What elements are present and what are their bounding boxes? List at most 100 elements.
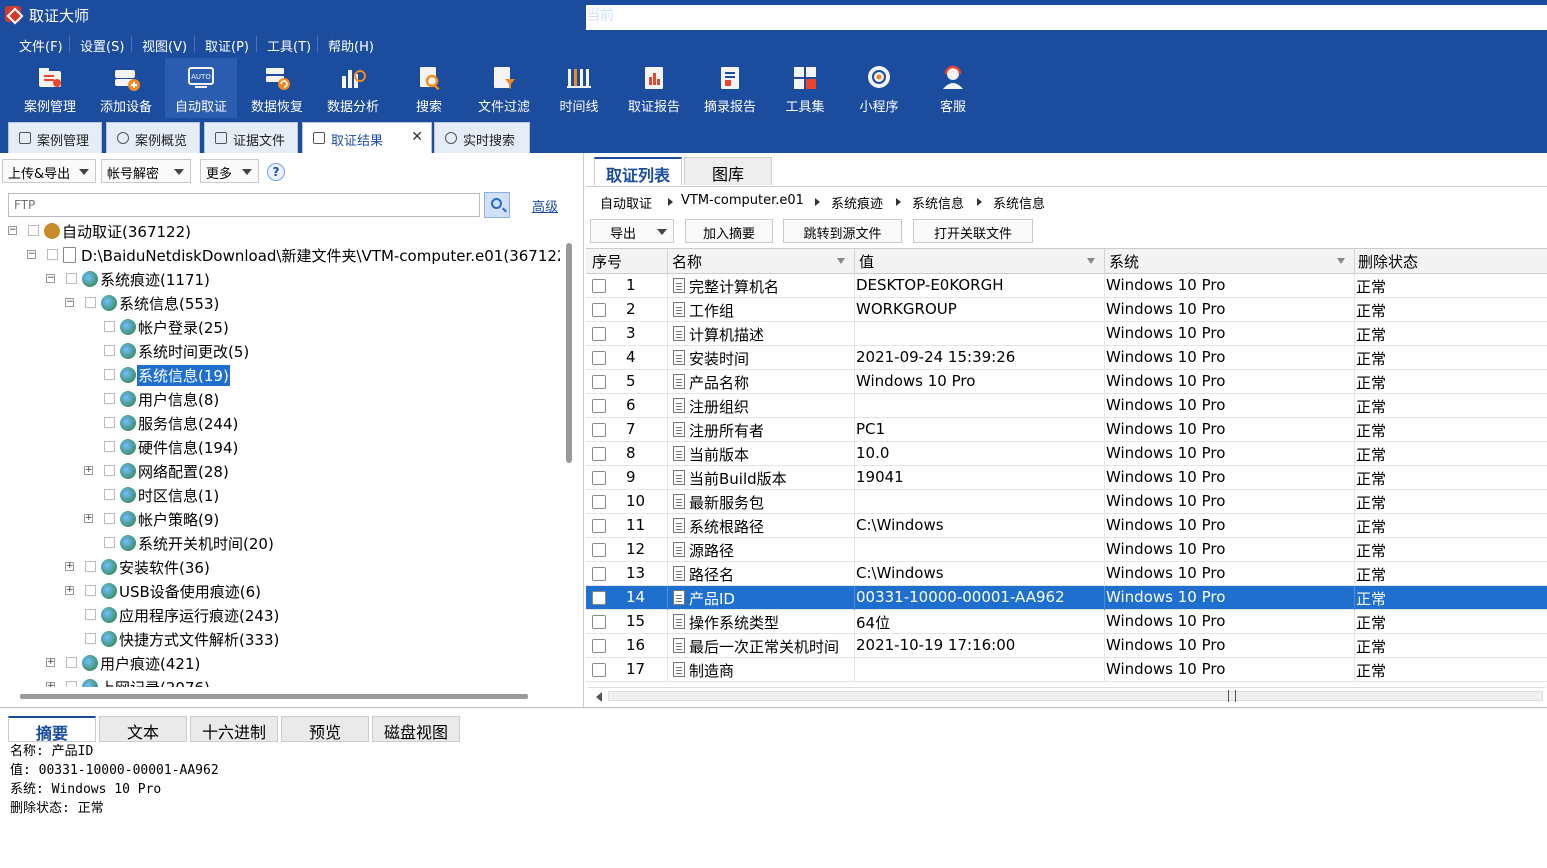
expand-icon[interactable]: + [84,514,93,523]
jump-to-source-button[interactable]: 跳转到源文件 [783,219,902,243]
row-checkbox[interactable] [592,447,606,461]
filter-icon[interactable] [837,258,845,264]
tab-realtime-search[interactable]: 实时搜索 [434,122,530,153]
table-row[interactable]: 13 路径名 C:\Windows Windows 10 Pro 正常 [586,562,1547,586]
help-icon[interactable]: ? [267,163,285,181]
row-checkbox[interactable] [592,327,606,341]
toolbar-toolset-button[interactable]: 工具集 [769,58,841,118]
table-row[interactable]: 17 制造商 Windows 10 Pro 正常 [586,658,1547,682]
tree-checkbox[interactable] [85,561,96,572]
row-checkbox[interactable] [592,303,606,317]
tree-checkbox[interactable] [66,681,77,687]
menu-settings[interactable]: 设置(S) [80,36,124,55]
toolbar-data-analysis-button[interactable]: 数据分析 [317,58,389,118]
tree-checkbox[interactable] [104,369,115,380]
table-row[interactable]: 3 计算机描述 Windows 10 Pro 正常 [586,322,1547,346]
more-dropdown[interactable]: 更多 [200,159,259,183]
open-related-file-button[interactable]: 打开关联文件 [913,219,1033,243]
toolbar-auto-forensics-button[interactable]: AUTO 自动取证 [165,58,237,118]
toolbar-support-button[interactable]: 客服 [917,58,989,118]
collapse-icon[interactable]: − [27,250,36,259]
row-checkbox[interactable] [592,279,606,293]
tree-checkbox[interactable] [85,633,96,644]
add-excerpt-button[interactable]: 加入摘要 [685,219,773,243]
row-checkbox[interactable] [592,399,606,413]
tree-checkbox[interactable] [104,345,115,356]
column-header-name[interactable]: 名称 [672,251,702,272]
tree-checkbox[interactable] [85,297,96,308]
table-row[interactable]: 15 操作系统类型 64位 Windows 10 Pro 正常 [586,610,1547,634]
tree-checkbox[interactable] [66,657,77,668]
tree-checkbox[interactable] [104,417,115,428]
table-row[interactable]: 14 产品ID 00331-10000-00001-AA962 Windows 10 … [586,586,1547,610]
table-row[interactable]: 6 注册组织 Windows 10 Pro 正常 [586,394,1547,418]
tree-checkbox[interactable] [104,537,115,548]
toolbar-file-filter-button[interactable]: 文件过滤 [468,58,540,118]
table-row[interactable]: 5 产品名称 Windows 10 Pro Windows 10 Pro 正常 [586,370,1547,394]
table-row[interactable]: 12 源路径 Windows 10 Pro 正常 [586,538,1547,562]
tab-close-icon[interactable]: ✕ [411,129,423,145]
expand-icon[interactable]: + [46,658,55,667]
row-checkbox[interactable] [592,567,606,581]
table-row[interactable]: 2 工作组 WORKGROUP Windows 10 Pro 正常 [586,298,1547,322]
tree-search-button[interactable] [484,192,510,218]
menu-tools[interactable]: 工具(T) [267,36,311,55]
table-row[interactable]: 9 当前Build版本 19041 Windows 10 Pro 正常 [586,466,1547,490]
collapse-icon[interactable]: − [46,274,55,283]
toolbar-add-device-button[interactable]: 添加设备 [90,58,162,118]
tab-evidence-files[interactable]: 证据文件 [204,122,298,153]
breadcrumb-item[interactable]: VTM-computer.e01 [681,193,804,208]
scrollbar-thumb[interactable] [608,691,1543,701]
tree-vertical-scrollbar[interactable] [566,243,572,463]
menu-forensics[interactable]: 取证(P) [205,36,249,55]
toolbar-search-button[interactable]: 搜索 [393,58,465,118]
account-decrypt-dropdown[interactable]: 帐号解密 [101,159,191,183]
breadcrumb-item[interactable]: 自动取证 [600,193,652,212]
table-row[interactable]: 7 注册所有者 PC1 Windows 10 Pro 正常 [586,418,1547,442]
row-checkbox[interactable] [592,543,606,557]
scroll-left-arrow-icon[interactable] [596,692,602,702]
expand-icon[interactable]: + [84,466,93,475]
toolbar-case-management-button[interactable]: 案例管理 [14,58,86,118]
toolbar-data-recovery-button[interactable]: 数据恢复 [241,58,313,118]
upload-export-dropdown[interactable]: 上传&导出 [2,159,96,183]
tree-checkbox[interactable] [104,465,115,476]
export-dropdown[interactable]: 导出 [590,219,674,243]
row-checkbox[interactable] [592,375,606,389]
breadcrumb-item[interactable]: 系统信息 [993,193,1045,212]
table-row[interactable]: 4 安装时间 2021-09-24 15:39:26 Windows 10 Pro 正常 [586,346,1547,370]
table-row[interactable]: 11 系统根路径 C:\Windows Windows 10 Pro 正常 [586,514,1547,538]
tree-checkbox[interactable] [104,441,115,452]
tree-checkbox[interactable] [28,225,39,236]
menu-help[interactable]: 帮助(H) [328,36,374,55]
column-header-system[interactable]: 系统 [1109,251,1139,272]
toolbar-timeline-button[interactable]: 时间线 [543,58,615,118]
expand-icon[interactable]: + [65,586,74,595]
breadcrumb-item[interactable]: 系统信息 [912,193,964,212]
tab-case-overview[interactable]: 案例概览 [106,122,200,153]
tree-checkbox[interactable] [47,249,58,260]
collapse-icon[interactable]: − [65,298,74,307]
tab-forensic-results[interactable]: 取证结果 ✕ [302,122,432,153]
row-checkbox[interactable] [592,663,606,677]
menu-file[interactable]: 文件(F) [19,36,63,55]
table-horizontal-scrollbar[interactable] [588,687,1545,703]
tree-checkbox[interactable] [85,585,96,596]
collapse-icon[interactable]: − [8,226,17,235]
expand-icon[interactable]: + [65,562,74,571]
table-row[interactable]: 16 最后一次正常关机时间 2021-10-19 17:16:00 Windows 1… [586,634,1547,658]
row-checkbox[interactable] [592,591,606,605]
tree-checkbox[interactable] [104,393,115,404]
tab-forensic-list[interactable]: 取证列表 [594,157,682,185]
row-checkbox[interactable] [592,519,606,533]
table-row[interactable]: 1 完整计算机名 DESKTOP-E0KORGH Windows 10 Pro 正常 [586,274,1547,298]
table-row[interactable]: 10 最新服务包 Windows 10 Pro 正常 [586,490,1547,514]
row-checkbox[interactable] [592,615,606,629]
toolbar-excerpt-report-button[interactable]: 摘录报告 [694,58,766,118]
tab-summary[interactable]: 摘要 [8,716,96,743]
expand-icon[interactable]: + [46,682,55,687]
filter-icon[interactable] [1087,258,1095,264]
tree-search-input[interactable] [9,194,479,216]
column-header-index[interactable]: 序号 [592,251,622,272]
row-checkbox[interactable] [592,471,606,485]
